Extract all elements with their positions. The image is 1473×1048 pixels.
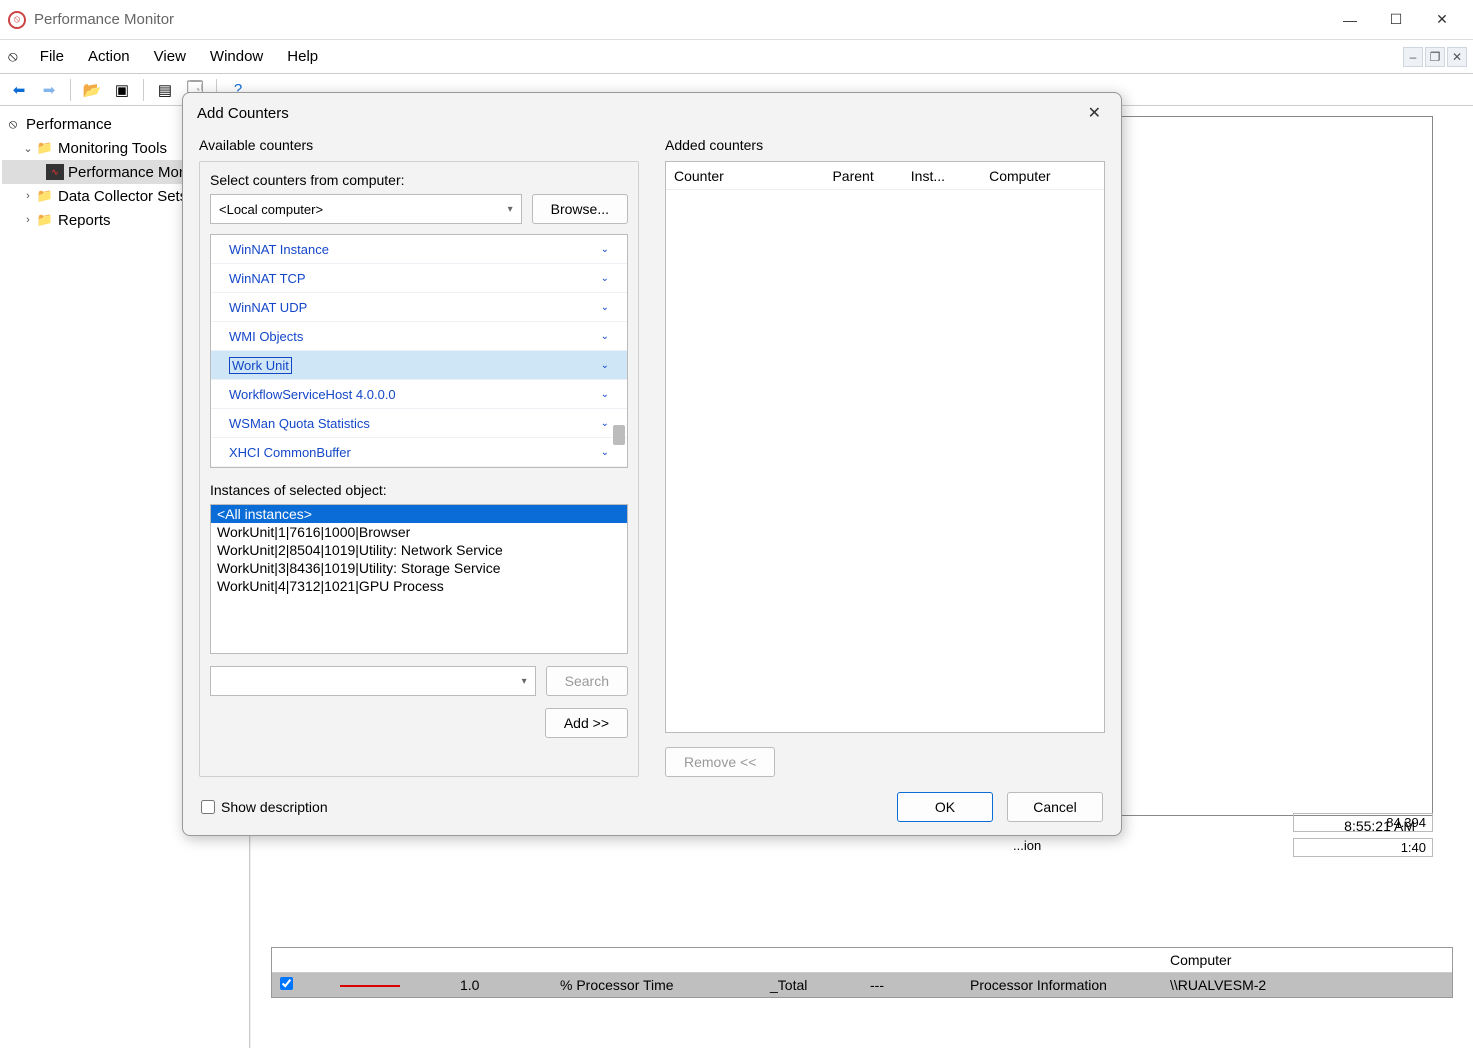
chevron-down-icon[interactable]: ⌄ (601, 389, 609, 400)
app-icon: ⦸ (4, 116, 22, 132)
menu-help[interactable]: Help (275, 44, 330, 69)
folder-icon: 📁 (36, 140, 54, 156)
col-computer[interactable]: Computer (981, 168, 1104, 184)
search-button[interactable]: Search (546, 666, 628, 696)
minimize-button[interactable]: — (1327, 5, 1373, 35)
counter-item[interactable]: WinNAT UDP⌄ (211, 293, 627, 322)
col-counter[interactable]: Counter (666, 168, 824, 184)
dialog-title: Add Counters (197, 105, 289, 122)
counter-item[interactable]: WinNAT Instance⌄ (211, 235, 627, 264)
available-counters-label: Available counters (199, 137, 639, 153)
tree-label: Reports (58, 212, 111, 229)
counter-item[interactable]: WSMan Quota Statistics⌄ (211, 409, 627, 438)
legend-counter: % Processor Time (552, 973, 762, 997)
counter-item[interactable]: XHCI CommonBuffer⌄ (211, 438, 627, 467)
instance-item[interactable]: WorkUnit|3|8436|1019|Utility: Storage Se… (211, 559, 627, 577)
added-counters-label: Added counters (665, 137, 1105, 153)
chevron-down-icon[interactable]: ⌄ (601, 273, 609, 284)
window-titlebar: ⦸ Performance Monitor — ☐ ✕ (0, 0, 1473, 40)
instance-item[interactable]: <All instances> (211, 505, 627, 523)
instance-search-combo[interactable]: ▾ (210, 666, 536, 696)
properties-icon[interactable]: ▤ (152, 78, 178, 102)
close-window-button[interactable]: ✕ (1419, 5, 1465, 35)
col-parent[interactable]: Parent (824, 168, 902, 184)
maximize-button[interactable]: ☐ (1373, 5, 1419, 35)
browse-button[interactable]: Browse... (532, 194, 628, 224)
mdi-close-icon[interactable]: ✕ (1447, 47, 1467, 67)
caret-right-icon[interactable]: › (20, 214, 36, 226)
legend-table[interactable]: Computer 1.0 % Processor Time _Total ---… (271, 947, 1453, 998)
add-counters-dialog: Add Counters ✕ Available counters Select… (182, 92, 1122, 836)
chevron-down-icon[interactable]: ⌄ (601, 418, 609, 429)
chevron-down-icon[interactable]: ⌄ (601, 360, 609, 371)
caret-down-icon[interactable]: ⌄ (20, 142, 36, 155)
show-description-input[interactable] (201, 800, 215, 814)
counter-item[interactable]: WorkflowServiceHost 4.0.0.0⌄ (211, 380, 627, 409)
instance-list[interactable]: <All instances>WorkUnit|1|7616|1000|Brow… (210, 504, 628, 654)
instance-item[interactable]: WorkUnit|4|7312|1021|GPU Process (211, 577, 627, 595)
scrollbar-thumb[interactable] (613, 425, 625, 445)
legend-computer: \\RUALVESM-2 (1162, 973, 1452, 997)
remove-button[interactable]: Remove << (665, 747, 775, 777)
legend-object: Processor Information (962, 973, 1162, 997)
cancel-button[interactable]: Cancel (1007, 792, 1103, 822)
show-hide-tree-icon[interactable]: ▣ (109, 78, 135, 102)
chevron-down-icon: ▾ (508, 204, 513, 215)
show-description-label: Show description (221, 799, 328, 815)
legend-color-swatch (340, 985, 400, 987)
folder-icon: 📁 (36, 212, 54, 228)
computer-combo[interactable]: <Local computer> ▾ (210, 194, 522, 224)
tree-label: Data Collector Sets (58, 188, 187, 205)
legend-row[interactable]: 1.0 % Processor Time _Total --- Processo… (272, 973, 1452, 997)
stat-duration-value: 1:40 (1293, 838, 1433, 857)
menu-file[interactable]: File (28, 44, 76, 69)
app-icon: ⦸ (8, 11, 26, 29)
legend-scale: 1.0 (452, 973, 552, 997)
menu-view[interactable]: View (142, 44, 198, 69)
back-button[interactable]: ⬅ (6, 78, 32, 102)
chevron-down-icon: ▾ (522, 676, 527, 687)
chevron-down-icon[interactable]: ⌄ (601, 244, 609, 255)
legend-instance: _Total (762, 973, 862, 997)
app-icon-small: ⦸ (8, 48, 18, 65)
folder-icon: 📁 (36, 188, 54, 204)
open-folder-icon[interactable]: 📂 (79, 78, 105, 102)
counter-item[interactable]: WMI Objects⌄ (211, 322, 627, 351)
menu-action[interactable]: Action (76, 44, 142, 69)
computer-combo-value: <Local computer> (219, 202, 323, 217)
tree-label: Monitoring Tools (58, 140, 167, 157)
instance-item[interactable]: WorkUnit|2|8504|1019|Utility: Network Se… (211, 541, 627, 559)
col-instance[interactable]: Inst... (903, 168, 981, 184)
select-from-computer-label: Select counters from computer: (210, 172, 628, 188)
tree-label: Performance (26, 116, 112, 133)
chevron-down-icon[interactable]: ⌄ (601, 447, 609, 458)
legend-show-checkbox[interactable] (280, 977, 293, 990)
counter-item[interactable]: Work Unit⌄ (211, 351, 627, 380)
forward-button[interactable]: ➡ (36, 78, 62, 102)
instances-label: Instances of selected object: (210, 482, 628, 498)
menubar: ⦸ File Action View Window Help – ❐ ✕ (0, 40, 1473, 74)
add-button[interactable]: Add >> (545, 708, 628, 738)
chevron-down-icon[interactable]: ⌄ (601, 302, 609, 313)
perfmon-chart-icon: ∿ (46, 164, 64, 180)
stat-max-value: 84.394 (1293, 813, 1433, 832)
added-counters-table[interactable]: Counter Parent Inst... Computer (665, 161, 1105, 733)
chevron-down-icon[interactable]: ⌄ (601, 331, 609, 342)
caret-right-icon[interactable]: › (20, 190, 36, 202)
counter-object-list[interactable]: WinNAT Instance⌄WinNAT TCP⌄WinNAT UDP⌄WM… (210, 234, 628, 468)
window-title: Performance Monitor (34, 11, 174, 28)
mdi-restore-icon[interactable]: ❐ (1425, 47, 1445, 67)
mdi-minimize-icon[interactable]: – (1403, 47, 1423, 67)
legend-parent: --- (862, 973, 962, 997)
menu-window[interactable]: Window (198, 44, 275, 69)
dialog-close-button[interactable]: ✕ (1082, 97, 1107, 129)
ok-button[interactable]: OK (897, 792, 993, 822)
legend-col-computer[interactable]: Computer (1162, 948, 1452, 972)
instance-item[interactable]: WorkUnit|1|7616|1000|Browser (211, 523, 627, 541)
stat-duration-label: ...ion (1013, 838, 1041, 857)
counter-item[interactable]: WinNAT TCP⌄ (211, 264, 627, 293)
show-description-checkbox[interactable]: Show description (201, 799, 328, 815)
